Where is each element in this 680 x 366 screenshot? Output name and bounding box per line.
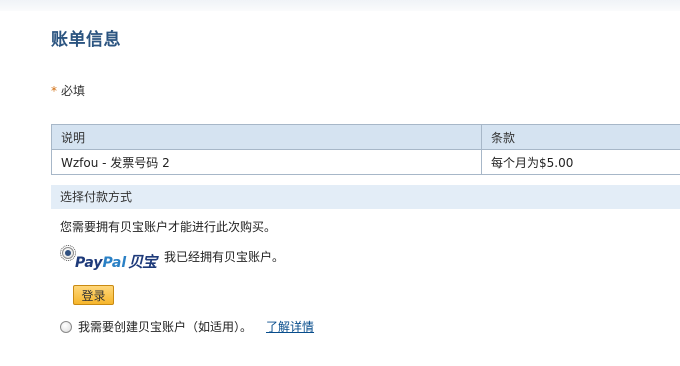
top-band <box>0 0 680 11</box>
required-asterisk: * <box>51 84 57 98</box>
table-row: Wzfou - 发票号码 2 每个月为$5.00 <box>51 149 680 175</box>
page-title: 账单信息 <box>51 30 121 50</box>
login-button[interactable]: 登录 <box>73 285 114 305</box>
learn-more-link[interactable]: 了解详情 <box>266 320 314 334</box>
required-note: * 必填 <box>51 82 85 99</box>
radio-existing-account[interactable] <box>60 245 76 261</box>
payment-method-header: 选择付款方式 <box>51 185 680 209</box>
create-account-label: 我需要创建贝宝账户（如适用）。 <box>78 320 253 334</box>
paypal-logo: PayPal 贝宝 <box>75 253 157 271</box>
existing-account-label: 我已经拥有贝宝账户。 <box>164 250 285 264</box>
column-header-description: 说明 <box>51 124 482 150</box>
option-create-account[interactable]: 我需要创建贝宝账户（如适用）。 了解详情 <box>60 318 314 335</box>
table-header-row: 说明 条款 <box>51 124 680 150</box>
required-label: 必填 <box>61 84 86 98</box>
need-account-text: 您需要拥有贝宝账户才能进行此次购买。 <box>60 220 277 234</box>
table-cell-description: Wzfou - 发票号码 2 <box>51 149 482 175</box>
billing-table: 说明 条款 Wzfou - 发票号码 2 每个月为$5.00 <box>51 124 680 175</box>
column-header-terms: 条款 <box>481 124 680 150</box>
radio-create-account[interactable] <box>60 320 72 333</box>
billing-page: 账单信息 * 必填 说明 条款 Wzfou - 发票号码 2 每个月为$5.00 … <box>0 0 680 366</box>
table-cell-terms: 每个月为$5.00 <box>481 149 680 175</box>
